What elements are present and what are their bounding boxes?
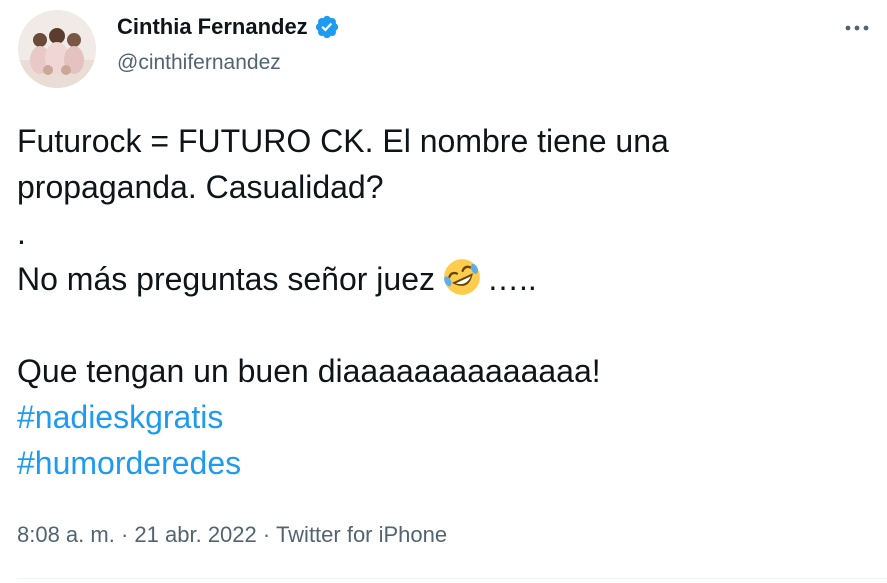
tweet-meta: 8:08 a. m. · 21 abr. 2022 · Twitter for … (17, 521, 447, 549)
divider (17, 578, 887, 579)
avatar[interactable] (18, 10, 96, 88)
tweet-line-text: No más preguntas señor juez (17, 261, 435, 297)
tweet-line-with-emoji: No más preguntas señor juez ….. (17, 256, 867, 302)
tweet-card: Cinthia Fernandez @cinthifernandez Futur… (0, 0, 887, 583)
author-handle[interactable]: @cinthifernandez (117, 50, 281, 76)
tweet-date[interactable]: 21 abr. 2022 (134, 522, 256, 547)
tweet-line-suffix: ….. (487, 261, 537, 297)
author-display-name[interactable]: Cinthia Fernandez (117, 13, 308, 41)
tweet-line: propaganda. Casualidad? (17, 169, 384, 205)
verified-badge-icon (315, 15, 338, 39)
profile-photo-icon (18, 10, 96, 88)
tweet-source[interactable]: Twitter for iPhone (276, 522, 447, 547)
hashtag-link[interactable]: #nadieskgratis (17, 394, 867, 440)
tweet-line: . (17, 215, 26, 251)
tweet-line: Que tengan un buen diaaaaaaaaaaaaaa! (17, 353, 601, 389)
rolling-on-the-floor-laughing-emoji-icon (444, 259, 480, 295)
more-horizontal-icon[interactable] (842, 18, 872, 38)
hashtag-link[interactable]: #humorderedes (17, 440, 867, 486)
tweet-time[interactable]: 8:08 a. m. (17, 522, 115, 547)
author-name-row[interactable]: Cinthia Fernandez (117, 13, 340, 41)
meta-separator: · (262, 522, 271, 547)
meta-separator: · (120, 522, 129, 547)
tweet-line: Futurock = FUTURO CK. El nombre tiene un… (17, 123, 669, 159)
tweet-text: Futurock = FUTURO CK. El nombre tiene un… (17, 118, 867, 486)
